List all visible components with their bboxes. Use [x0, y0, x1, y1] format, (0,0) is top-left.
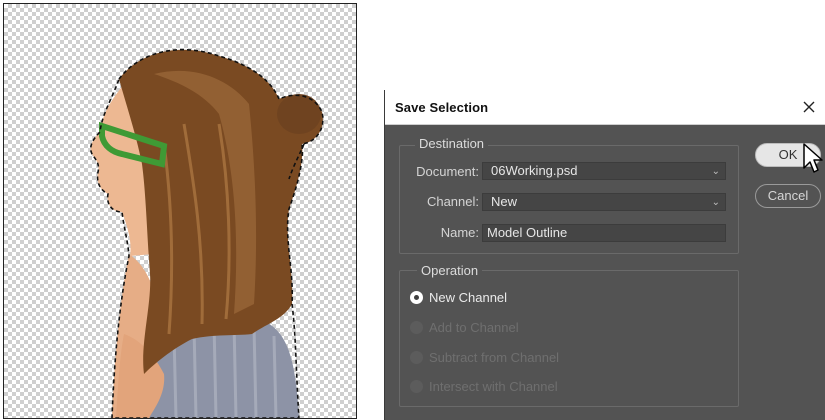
- destination-legend: Destination: [415, 136, 489, 151]
- mouse-pointer-icon: [802, 142, 825, 181]
- close-icon[interactable]: [798, 96, 820, 118]
- radio-unselected-icon: [410, 320, 423, 334]
- document-select[interactable]: 06Working.psd ⌄: [482, 162, 726, 180]
- document-select-value: 06Working.psd: [491, 163, 578, 178]
- radio-label: Subtract from Channel: [429, 349, 560, 365]
- dialog-titlebar[interactable]: Save Selection: [385, 90, 825, 125]
- radio-unselected-icon: [410, 350, 423, 364]
- image-canvas[interactable]: [3, 3, 357, 419]
- channel-select-value: New: [491, 194, 518, 209]
- photo-subject: [89, 48, 324, 418]
- document-label: Document:: [416, 164, 479, 179]
- radio-label: Add to Channel: [429, 319, 519, 335]
- channel-select[interactable]: New ⌄: [482, 193, 726, 211]
- chevron-down-icon: ⌄: [711, 197, 720, 208]
- chevron-down-icon: ⌄: [711, 166, 720, 177]
- name-input-value: Model Outline: [487, 225, 568, 240]
- radio-intersect-with-channel[interactable]: Intersect with Channel: [410, 377, 558, 395]
- name-input[interactable]: Model Outline: [482, 224, 726, 242]
- operation-legend: Operation: [417, 263, 483, 278]
- radio-unselected-icon: [410, 379, 423, 393]
- radio-add-to-channel[interactable]: Add to Channel: [410, 318, 519, 336]
- dialog-title: Save Selection: [395, 100, 489, 115]
- radio-label: Intersect with Channel: [429, 378, 558, 394]
- radio-selected-icon: [410, 290, 423, 304]
- radio-new-channel[interactable]: New Channel: [410, 288, 507, 306]
- name-label: Name:: [440, 225, 479, 240]
- radio-subtract-from-channel[interactable]: Subtract from Channel: [410, 348, 559, 366]
- save-selection-dialog: Save Selection Destination Document: 06W…: [384, 90, 825, 420]
- channel-label: Channel:: [426, 194, 479, 209]
- radio-label: New Channel: [429, 289, 508, 305]
- cancel-button[interactable]: Cancel: [755, 184, 821, 208]
